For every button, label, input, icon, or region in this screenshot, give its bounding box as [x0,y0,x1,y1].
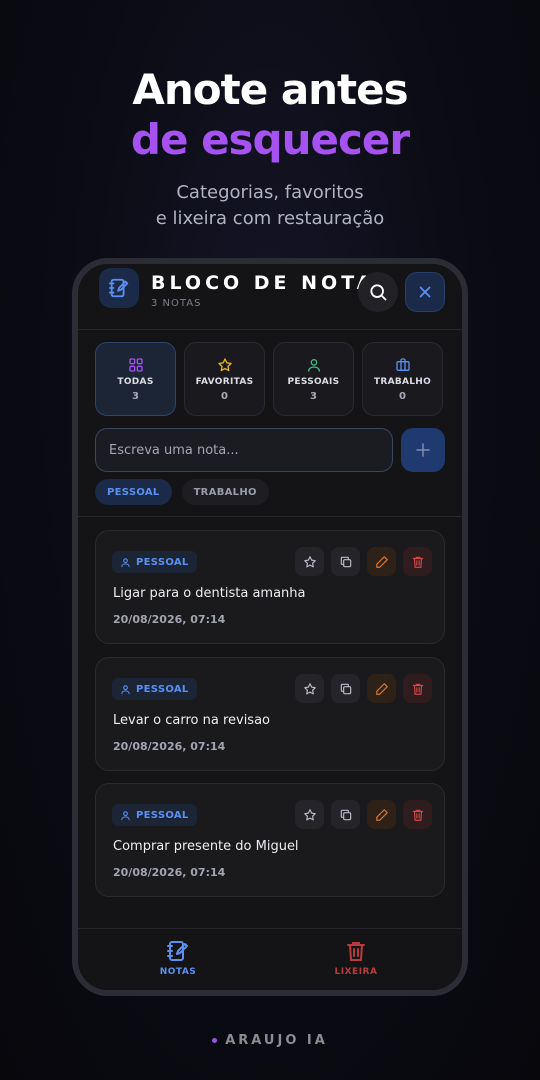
note-date: 20/08/2026, 07:14 [113,866,226,879]
favorite-button[interactable] [295,800,324,829]
hero-subtitle-line2: e lixeira com restauração [155,208,385,229]
note-text: Ligar para o dentista amanha [113,586,306,601]
star-icon [303,555,316,567]
delete-button[interactable] [403,800,432,829]
grid-icon [128,357,143,372]
plus-icon [416,443,430,457]
chip-trabalho[interactable]: TRABALHO [181,479,269,505]
nav-notes[interactable]: NOTAS [118,939,238,977]
category-count: 3 [132,390,139,402]
hero-subtitle-line1: Categorias, favoritos [176,182,364,203]
divider [78,516,462,517]
close-icon [419,286,431,298]
star-icon [303,808,316,820]
user-icon [121,557,130,567]
add-note-button[interactable] [401,428,445,472]
note-text: Comprar presente do Miguel [113,839,299,854]
hero-subtitle: Categorias, favoritos e lixeira com rest… [0,180,540,232]
app-title: BLOCO DE NOTAS [151,272,394,294]
note-tag: PESSOAL [112,678,197,700]
copy-icon [340,556,351,567]
category-favoritas[interactable]: FAVORITAS 0 [184,342,265,416]
favorite-button[interactable] [295,674,324,703]
category-count: 0 [221,390,228,402]
category-label: TODAS [117,376,154,387]
user-icon [121,810,130,820]
app-header: BLOCO DE NOTAS 3 NOTAS [78,264,462,330]
copy-button[interactable] [331,547,360,576]
category-filters: TODAS 3 FAVORITAS 0 PESSOAIS 3 TRABALHO … [95,342,443,416]
category-label: FAVORITAS [195,376,254,387]
edit-button[interactable] [367,800,396,829]
note-tag-label: PESSOAL [136,683,189,695]
search-icon [370,284,387,301]
category-label: PESSOAIS [287,376,340,387]
footer-brand: ARAUJO IA [0,1033,540,1048]
chip-pessoal[interactable]: PESSOAL [95,479,172,505]
note-tag: PESSOAL [112,551,197,573]
trash-icon [412,809,423,821]
category-count: 0 [399,390,406,402]
nav-trash-label: LIXEIRA [334,967,378,977]
pencil-icon [375,682,388,695]
briefcase-icon [395,357,410,371]
category-trabalho[interactable]: TRABALHO 0 [362,342,443,416]
hero-title-highlight: de esquecer [130,115,410,164]
bottom-nav: NOTAS LIXEIRA [78,928,462,990]
star-icon [303,682,316,694]
hero-title: Anote antes [132,65,408,114]
favorite-button[interactable] [295,547,324,576]
note-card[interactable]: PESSOAL Ligar para o dentista amanha 20/… [95,530,445,644]
category-todas[interactable]: TODAS 3 [95,342,176,416]
note-tag-label: PESSOAL [136,809,189,821]
user-icon [307,358,320,372]
copy-icon [340,809,351,820]
trash-icon [347,942,365,961]
pencil-icon [375,808,388,821]
nav-trash[interactable]: LIXEIRA [296,939,416,977]
close-button[interactable] [405,272,445,312]
note-count: 3 NOTAS [151,298,202,309]
star-icon [217,357,232,371]
note-actions [295,547,432,576]
edit-button[interactable] [367,674,396,703]
note-actions [295,674,432,703]
note-text: Levar o carro na revisao [113,713,271,728]
category-pessoais[interactable]: PESSOAIS 3 [273,342,354,416]
nav-notes-label: NOTAS [159,967,197,977]
bullet-dot [212,1038,218,1043]
app-screen: BLOCO DE NOTAS 3 NOTAS TODAS 3 FAVORITAS… [78,264,462,990]
edit-button[interactable] [367,547,396,576]
note-card[interactable]: PESSOAL Comprar presente do Miguel 20/08… [95,783,445,897]
note-tag-label: PESSOAL [136,556,189,568]
delete-button[interactable] [403,674,432,703]
category-count: 3 [310,390,317,402]
phone-frame: BLOCO DE NOTAS 3 NOTAS TODAS 3 FAVORITAS… [72,258,468,996]
brand-name: ARAUJO IA [225,1033,328,1048]
pencil-icon [375,555,388,568]
note-input[interactable] [95,428,393,472]
copy-button[interactable] [331,674,360,703]
user-icon [121,684,130,694]
category-chips: PESSOAL TRABALHO [95,479,269,505]
copy-icon [340,683,351,694]
hero: Anote antes de esquecer Categorias, favo… [0,64,540,232]
copy-button[interactable] [331,800,360,829]
trash-icon [412,556,423,568]
trash-icon [412,683,423,695]
note-actions [295,800,432,829]
delete-button[interactable] [403,547,432,576]
note-date: 20/08/2026, 07:14 [113,613,226,626]
search-button[interactable] [358,272,398,312]
note-tag: PESSOAL [112,804,197,826]
category-label: TRABALHO [373,376,432,387]
note-card[interactable]: PESSOAL Levar o carro na revisao 20/08/2… [95,657,445,771]
notebook-icon [167,941,188,961]
note-date: 20/08/2026, 07:14 [113,740,226,753]
notebook-icon [99,268,139,308]
